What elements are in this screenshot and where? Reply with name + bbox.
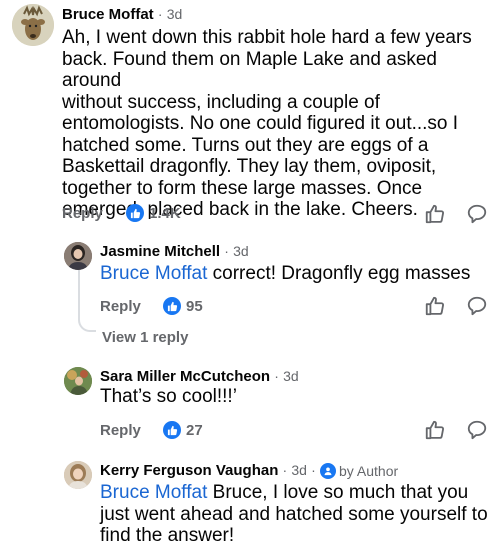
comment-separator: · — [157, 6, 163, 22]
comment-text-body: correct! Dragonfly egg masses — [207, 263, 471, 284]
mention-link[interactable]: Bruce Moffat — [100, 263, 207, 284]
comment-separator: · — [274, 368, 279, 384]
comment-icon — [467, 420, 487, 440]
reaction-count-value: 1.4K — [149, 204, 181, 222]
author-name[interactable]: Bruce Moffat — [62, 6, 154, 23]
comment-text: Bruce Moffat Bruce, I love so much that … — [100, 482, 495, 547]
reaction-count[interactable]: 95 — [163, 297, 203, 315]
avatar[interactable] — [64, 367, 92, 395]
comment-author[interactable]: Bruce Moffat · 3d — [62, 6, 182, 23]
reaction-count[interactable]: 1.4K — [126, 204, 181, 222]
thread-connector — [78, 270, 96, 332]
comment-text: That’s so cool!!!’ — [100, 386, 237, 407]
comment-text-body: Bruce, I love so much that you — [207, 482, 469, 503]
comment-button[interactable] — [466, 295, 488, 317]
comment-text-line: Baskettail dragonfly. They lay them, ovi… — [62, 156, 437, 177]
view-replies-button[interactable]: View 1 reply — [102, 329, 188, 346]
reply-button[interactable]: Reply — [100, 298, 141, 315]
author-name[interactable]: Sara Miller McCutcheon — [100, 368, 270, 385]
like-icon — [163, 421, 181, 439]
comment-button[interactable] — [466, 203, 488, 225]
like-button[interactable] — [424, 203, 446, 225]
comment-text-line: hatched some. Turns out they are eggs of… — [62, 134, 429, 156]
author-name[interactable]: Jasmine Mitchell — [100, 243, 220, 260]
mention-link[interactable]: Bruce Moffat — [100, 482, 207, 503]
comment-author[interactable]: Kerry Ferguson Vaughan · 3d · by Author — [100, 462, 399, 480]
person-avatar-icon — [64, 367, 92, 395]
comment-text-line: back. Found them on Maple Lake and asked… — [62, 48, 437, 92]
author-badge-label: by Author — [338, 463, 399, 480]
person-avatar-icon — [64, 242, 92, 270]
comment-text-line: Bruce Moffat Bruce, I love so much that … — [100, 482, 495, 504]
comment-separator: · — [311, 462, 316, 478]
comment-button[interactable] — [466, 419, 488, 441]
avatar[interactable] — [12, 4, 54, 46]
comment-icon — [467, 204, 487, 224]
reaction-count-value: 27 — [186, 421, 203, 439]
comment-time[interactable]: 3d — [283, 368, 299, 384]
comment-text-line: Ah, I went down this rabbit hole hard a … — [62, 27, 472, 48]
deer-avatar-icon — [12, 4, 54, 46]
comment-text-line: just went ahead and hatched some yoursel… — [100, 503, 488, 525]
author-name[interactable]: Kerry Ferguson Vaughan — [100, 462, 278, 479]
comment-text: Bruce Moffat correct! Dragonfly egg mass… — [100, 263, 490, 285]
comment-text: Ah, I went down this rabbit hole hard a … — [62, 27, 492, 221]
reply-button[interactable]: Reply — [62, 205, 103, 222]
like-icon — [126, 204, 144, 222]
comment-author[interactable]: Sara Miller McCutcheon · 3d — [100, 368, 299, 385]
reaction-count[interactable]: 27 — [163, 421, 203, 439]
like-icon — [163, 297, 181, 315]
avatar[interactable] — [64, 461, 92, 489]
avatar[interactable] — [64, 242, 92, 270]
thumbs-up-outline-icon — [425, 296, 445, 316]
reaction-count-value: 95 — [186, 297, 203, 315]
comment-text-line: entomologists. No one could figured it o… — [62, 113, 459, 134]
comment-author[interactable]: Jasmine Mitchell · 3d — [100, 243, 249, 260]
comment-text-line: without success, including a couple of — [62, 91, 380, 113]
author-badge: by Author — [319, 463, 399, 480]
comment-text-line: together to form these large masses. Onc… — [62, 177, 423, 199]
thumbs-up-outline-icon — [425, 204, 445, 224]
person-avatar-icon — [64, 461, 92, 489]
author-badge-icon — [319, 463, 336, 480]
comment-time[interactable]: 3d — [233, 243, 249, 259]
comment-icon — [467, 296, 487, 316]
reply-button[interactable]: Reply — [100, 422, 141, 439]
thumbs-up-outline-icon — [425, 420, 445, 440]
comment-separator: · — [282, 462, 288, 478]
comment-text-line: find the answer! — [100, 525, 235, 546]
like-button[interactable] — [424, 419, 446, 441]
comment-time[interactable]: 3d — [291, 462, 307, 478]
comment-time[interactable]: 3d — [167, 6, 183, 22]
like-button[interactable] — [424, 295, 446, 317]
comment-separator: · — [224, 243, 229, 259]
